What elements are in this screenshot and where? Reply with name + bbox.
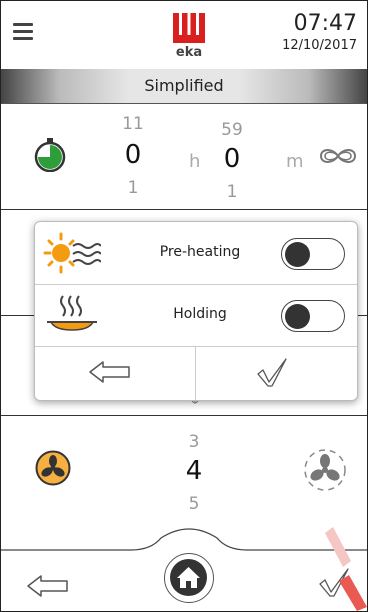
timer-icon — [34, 138, 66, 172]
hours-unit: h — [189, 151, 201, 172]
fan-prev: 3 — [188, 432, 200, 452]
holding-toggle[interactable] — [281, 300, 345, 332]
logo-mark-icon — [173, 13, 205, 43]
minutes-value[interactable]: 0 — [212, 144, 252, 174]
home-button[interactable] — [164, 553, 214, 603]
timer-section: 11 0 1 h 59 0 1 m — [1, 104, 367, 210]
fan-next: 5 — [188, 494, 200, 514]
toggle-knob — [285, 303, 310, 329]
fan-value[interactable]: 4 — [174, 456, 214, 486]
minutes-prev: 59 — [221, 120, 243, 140]
toggle-knob — [285, 241, 310, 267]
popup-actions — [35, 346, 357, 400]
plate-steam-icon — [47, 295, 97, 331]
fan-auto-icon[interactable] — [303, 448, 347, 492]
menu-icon-bar — [13, 30, 33, 33]
preheating-toggle[interactable] — [281, 238, 345, 270]
fan-icon — [35, 450, 71, 486]
menu-icon-bar — [13, 37, 33, 40]
menu-icon — [13, 23, 33, 26]
menu-button[interactable] — [11, 19, 37, 45]
logo-text: eka — [175, 45, 203, 60]
back-arrow-icon[interactable] — [87, 358, 133, 386]
preheating-label: Pre-heating — [159, 244, 241, 260]
popup-row-holding: Holding — [35, 284, 357, 347]
infinity-icon[interactable] — [315, 144, 361, 168]
clock-date: 12/10/2017 — [282, 38, 357, 53]
hours-value[interactable]: 0 — [113, 140, 153, 170]
clock: 07:47 12/10/2017 — [282, 11, 357, 55]
popup-row-preheating: Pre-heating — [35, 222, 357, 285]
divider — [195, 346, 196, 400]
back-arrow-icon[interactable] — [25, 572, 71, 600]
fan-section: 3 4 5 — [1, 415, 367, 526]
header: eka 07:47 12/10/2017 — [1, 1, 367, 69]
mode-title: Simplified — [1, 69, 367, 104]
options-popup: Pre-heating Holding — [34, 221, 358, 401]
minutes-unit: m — [286, 151, 304, 172]
home-icon — [177, 567, 200, 588]
hours-next: 1 — [127, 178, 139, 198]
list-divider — [1, 315, 35, 316]
minutes-next: 1 — [226, 182, 238, 202]
holding-label: Holding — [173, 306, 227, 322]
app-screen: eka 07:47 12/10/2017 Simplified 11 0 1 h… — [0, 0, 368, 612]
hours-prev: 11 — [122, 114, 144, 134]
clock-time: 07:47 — [293, 11, 357, 36]
watermark-mark — [325, 527, 367, 611]
eka-logo: eka — [171, 11, 211, 61]
sun-heat-icon — [43, 232, 101, 274]
home-button-circle — [170, 559, 207, 596]
checkmark-icon[interactable] — [255, 356, 289, 390]
